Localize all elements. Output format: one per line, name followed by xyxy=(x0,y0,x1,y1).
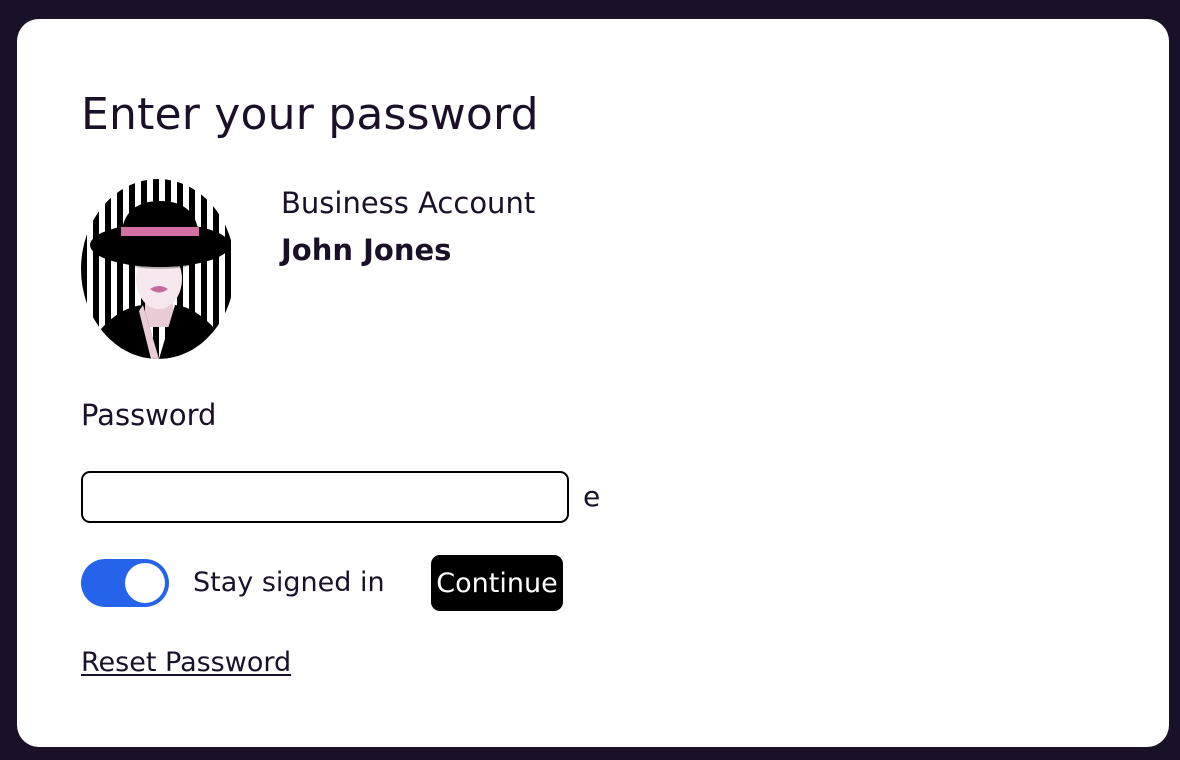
toggle-knob xyxy=(125,563,165,603)
stay-signed-in-toggle[interactable] xyxy=(81,559,169,607)
user-name: John Jones xyxy=(281,233,452,267)
password-label: Password xyxy=(81,398,217,432)
password-input[interactable] xyxy=(81,471,569,523)
reset-password-link[interactable]: Reset Password xyxy=(81,645,291,681)
account-type-label: Business Account xyxy=(281,186,536,220)
stay-signed-in-label: Stay signed in xyxy=(193,567,385,598)
continue-button[interactable]: Continue xyxy=(431,555,563,611)
page-title: Enter your password xyxy=(81,89,539,140)
show-password-toggle[interactable]: e xyxy=(583,479,600,515)
login-card: Enter your password Business Account Joh… xyxy=(17,19,1169,747)
avatar xyxy=(81,179,235,359)
